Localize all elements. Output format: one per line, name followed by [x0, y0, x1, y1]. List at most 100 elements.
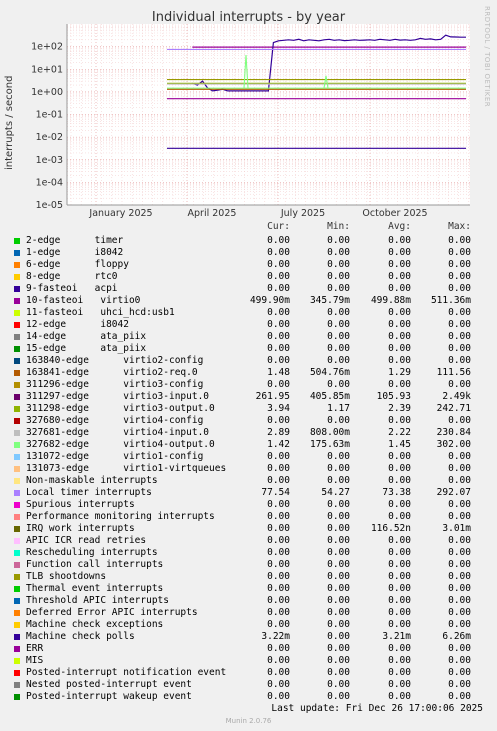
- legend-row: 327680-edge virtio4-config 0.00 0.00 0.00 0.…: [0, 415, 497, 427]
- legend-avg: 0.00: [388, 583, 411, 594]
- legend-max: 0.00: [448, 619, 471, 630]
- legend-min: 0.00: [327, 595, 350, 606]
- legend-max: 0.00: [448, 415, 471, 426]
- legend-swatch: [14, 298, 20, 304]
- legend-label: 327680-edge virtio4-config: [26, 415, 204, 426]
- legend-max: 0.00: [448, 607, 471, 618]
- legend-row: Nested posted-interrupt event 0.00 0.00 0.0…: [0, 679, 497, 691]
- legend-row: ERR 0.00 0.00 0.00 0.00: [0, 643, 497, 655]
- legend-cur: 0.00: [267, 643, 290, 654]
- legend-label: 14-edge ata_piix: [26, 331, 147, 342]
- legend-avg: 0.00: [388, 619, 411, 630]
- legend-min: 175.63m: [309, 439, 350, 450]
- legend-label: 9-fasteoi acpi: [26, 283, 118, 294]
- header-cur: Cur:: [267, 221, 290, 232]
- legend-min: 0.00: [327, 319, 350, 330]
- legend-max: 0.00: [448, 559, 471, 570]
- legend-min: 0.00: [327, 691, 350, 702]
- x-tick-label: July 2025: [280, 208, 325, 219]
- legend-max: 302.00: [436, 439, 471, 450]
- legend-max: 0.00: [448, 319, 471, 330]
- legend-max: 242.71: [436, 403, 471, 414]
- legend-avg: 0.00: [388, 679, 411, 690]
- legend-avg: 0.00: [388, 607, 411, 618]
- legend-row: Posted-interrupt wakeup event 0.00 0.00 0.0…: [0, 691, 497, 703]
- legend-max: 0.00: [448, 691, 471, 702]
- x-tick-label: April 2025: [188, 208, 237, 219]
- legend-row: 131073-edge virtio1-virtqueues 0.00 0.00 0.…: [0, 463, 497, 475]
- legend-min: 1.17: [327, 403, 350, 414]
- legend-cur: 0.00: [267, 475, 290, 486]
- legend-max: 0.00: [448, 307, 471, 318]
- legend-row: TLB shootdowns 0.00 0.00 0.00 0.00: [0, 571, 497, 583]
- legend-row: 14-edge ata_piix 0.00 0.00 0.00 0.00: [0, 331, 497, 343]
- legend-swatch: [14, 262, 20, 268]
- legend-max: 0.00: [448, 463, 471, 474]
- legend-max: 0.00: [448, 547, 471, 558]
- legend-avg: 0.00: [388, 235, 411, 246]
- legend-avg: 0.00: [388, 247, 411, 258]
- legend-swatch: [14, 622, 20, 628]
- legend-cur: 0.00: [267, 535, 290, 546]
- legend-cur: 0.00: [267, 283, 290, 294]
- y-tick-label: 1e-04: [36, 177, 63, 188]
- legend-row: 9-fasteoi acpi 0.00 0.00 0.00 0.00: [0, 283, 497, 295]
- legend-row: 163841-edge virtio2-req.0 1.48 504.76m 1.29…: [0, 367, 497, 379]
- legend-cur: 499.90m: [249, 295, 290, 306]
- legend-row: Local timer interrupts 77.54 54.27 73.38 292…: [0, 487, 497, 499]
- legend-swatch: [14, 586, 20, 592]
- legend-avg: 0.00: [388, 319, 411, 330]
- header-min: Min:: [327, 221, 350, 232]
- legend-swatch: [14, 394, 20, 400]
- legend-avg: 0.00: [388, 643, 411, 654]
- legend-max: 511.36m: [430, 295, 471, 306]
- x-tick-label: January 2025: [88, 208, 152, 219]
- legend-cur: 261.95: [255, 391, 290, 402]
- y-tick-label: 1e-05: [36, 200, 63, 211]
- legend-min: 0.00: [327, 343, 350, 354]
- legend-row: APIC ICR read retries 0.00 0.00 0.00 0.00: [0, 535, 497, 547]
- legend-max: 3.01m: [442, 523, 471, 534]
- legend-cur: 0.00: [267, 523, 290, 534]
- y-tick-label: 1e-03: [36, 155, 63, 166]
- legend-row: 10-fasteoi virtio0 499.90m 345.79m 499.88m 5…: [0, 295, 497, 307]
- legend-swatch: [14, 490, 20, 496]
- legend-swatch: [14, 670, 20, 676]
- legend-label: 12-edge i8042: [26, 319, 129, 330]
- legend-min: 0.00: [327, 271, 350, 282]
- legend-row: Machine check exceptions 0.00 0.00 0.00 0.00: [0, 619, 497, 631]
- legend-row: Machine check polls 3.22m 0.00 3.21m 6.26m: [0, 631, 497, 643]
- y-tick-label: 1e+02: [31, 42, 63, 53]
- legend-row: 311297-edge virtio3-input.0 261.95 405.85m…: [0, 391, 497, 403]
- legend-label: 6-edge floppy: [26, 259, 129, 270]
- legend-cur: 0.00: [267, 379, 290, 390]
- legend-min: 0.00: [327, 547, 350, 558]
- legend-swatch: [14, 418, 20, 424]
- legend-min: 0.00: [327, 583, 350, 594]
- legend-row: Performance monitoring interrupts 0.00 0.0…: [0, 511, 497, 523]
- legend-max: 2.49k: [442, 391, 471, 402]
- legend-avg: 73.38: [382, 487, 411, 498]
- legend-row: MIS 0.00 0.00 0.00 0.00: [0, 655, 497, 667]
- legend-cur: 0.00: [267, 499, 290, 510]
- legend-avg: 0.00: [388, 415, 411, 426]
- legend-cur: 0.00: [267, 247, 290, 258]
- legend-avg: 0.00: [388, 559, 411, 570]
- legend-label: Function call interrupts: [26, 559, 164, 570]
- legend-cur: 0.00: [267, 343, 290, 354]
- legend-row: 311296-edge virtio3-config 0.00 0.00 0.00 0.…: [0, 379, 497, 391]
- legend-min: 0.00: [327, 535, 350, 546]
- legend-cur: 0.00: [267, 679, 290, 690]
- legend-label: Nested posted-interrupt event: [26, 679, 192, 690]
- legend-label: 10-fasteoi virtio0: [26, 295, 141, 306]
- legend-min: 0.00: [327, 415, 350, 426]
- legend-swatch: [14, 274, 20, 280]
- legend-label: TLB shootdowns: [26, 571, 107, 582]
- legend-cur: 0.00: [267, 595, 290, 606]
- legend-cur: 0.00: [267, 559, 290, 570]
- legend-row: Deferred Error APIC interrupts 0.00 0.00 0.…: [0, 607, 497, 619]
- legend-swatch: [14, 286, 20, 292]
- y-tick-label: 1e-01: [36, 110, 63, 121]
- legend-max: 0.00: [448, 451, 471, 462]
- legend-max: 0.00: [448, 499, 471, 510]
